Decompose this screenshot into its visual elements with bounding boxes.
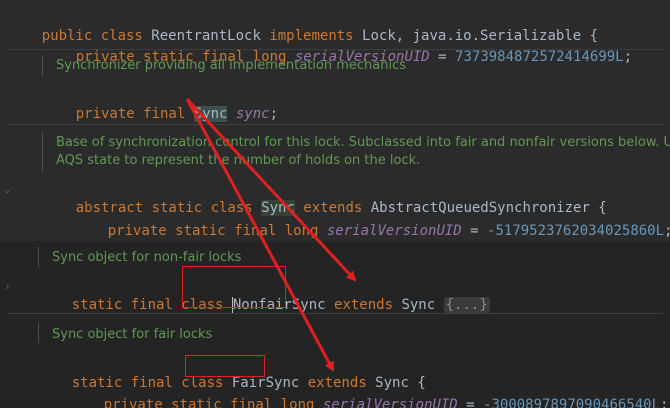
annotation-arrows	[185, 97, 357, 372]
